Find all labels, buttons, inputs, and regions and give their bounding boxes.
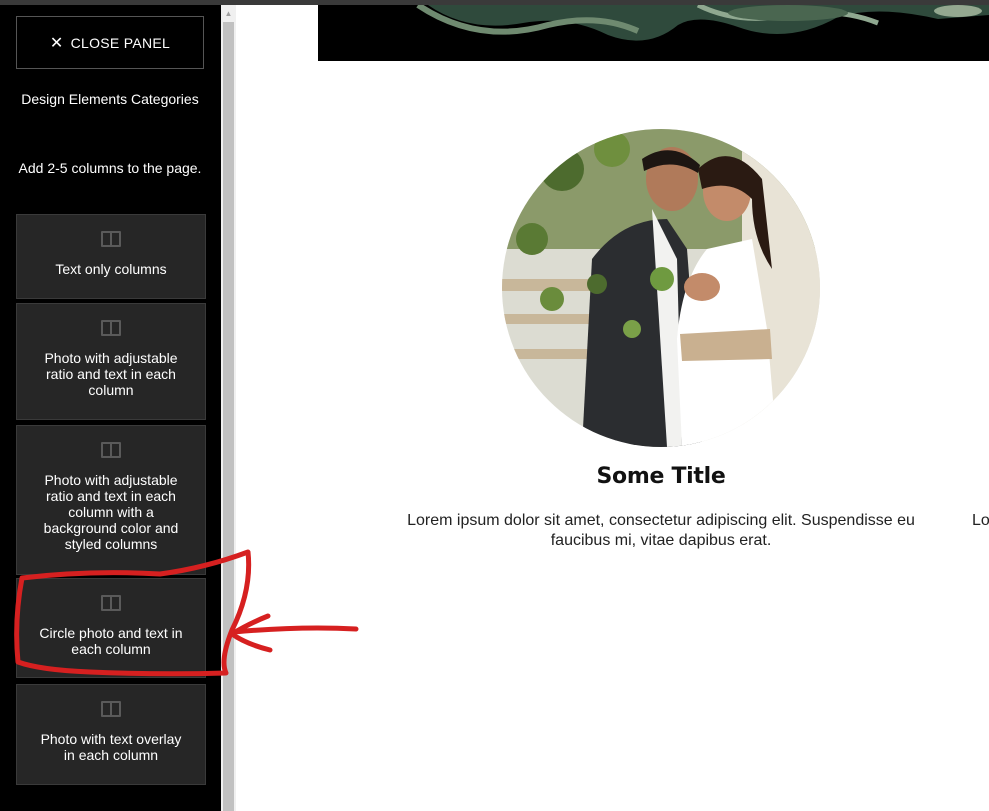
category-card-label: Photo with adjustable ratio and text in … (43, 472, 179, 552)
next-column-body-text: Lo (972, 512, 989, 529)
scrollbar-thumb[interactable] (223, 22, 234, 811)
category-card-label: Text only columns (55, 261, 167, 277)
circle-photo (502, 129, 820, 447)
panel-heading: Design Elements Categories (21, 91, 199, 107)
category-card-photo-background[interactable]: Photo with adjustable ratio and text in … (16, 425, 206, 575)
category-card-text-overlay[interactable]: Photo with text overlay in each column (16, 684, 206, 785)
columns-icon (101, 442, 121, 458)
design-elements-panel: ✕ CLOSE PANEL Design Elements Categories… (0, 5, 221, 811)
category-card-label: Circle photo and text in each column (39, 625, 183, 657)
category-card-label: Photo with adjustable ratio and text in … (44, 350, 178, 398)
close-panel-button[interactable]: ✕ CLOSE PANEL (16, 16, 204, 69)
category-card-photo-adjustable[interactable]: Photo with adjustable ratio and text in … (16, 303, 206, 420)
close-panel-label: CLOSE PANEL (70, 34, 171, 51)
scroll-up-arrow-icon[interactable]: ▲ (221, 7, 236, 19)
close-icon: ✕ (49, 33, 64, 52)
category-card-text-only[interactable]: Text only columns (16, 214, 206, 299)
panel-subheading: Add 2-5 columns to the page. (18, 160, 202, 176)
page-canvas: Some Title Lorem ipsum dolor sit amet, c… (236, 5, 989, 811)
column-body-text: Lorem ipsum dolor sit amet, consectetur … (407, 512, 915, 549)
category-card-label: Photo with text overlay in each column (40, 731, 182, 763)
columns-icon (101, 320, 121, 336)
column-title: Some Title (596, 464, 726, 489)
columns-icon (101, 701, 121, 717)
columns-icon (101, 595, 121, 611)
category-card-circle-photo[interactable]: Circle photo and text in each column (16, 578, 206, 678)
panel-scrollbar[interactable]: ▲ (221, 5, 236, 811)
columns-icon (101, 231, 121, 247)
hero-image (318, 5, 989, 61)
